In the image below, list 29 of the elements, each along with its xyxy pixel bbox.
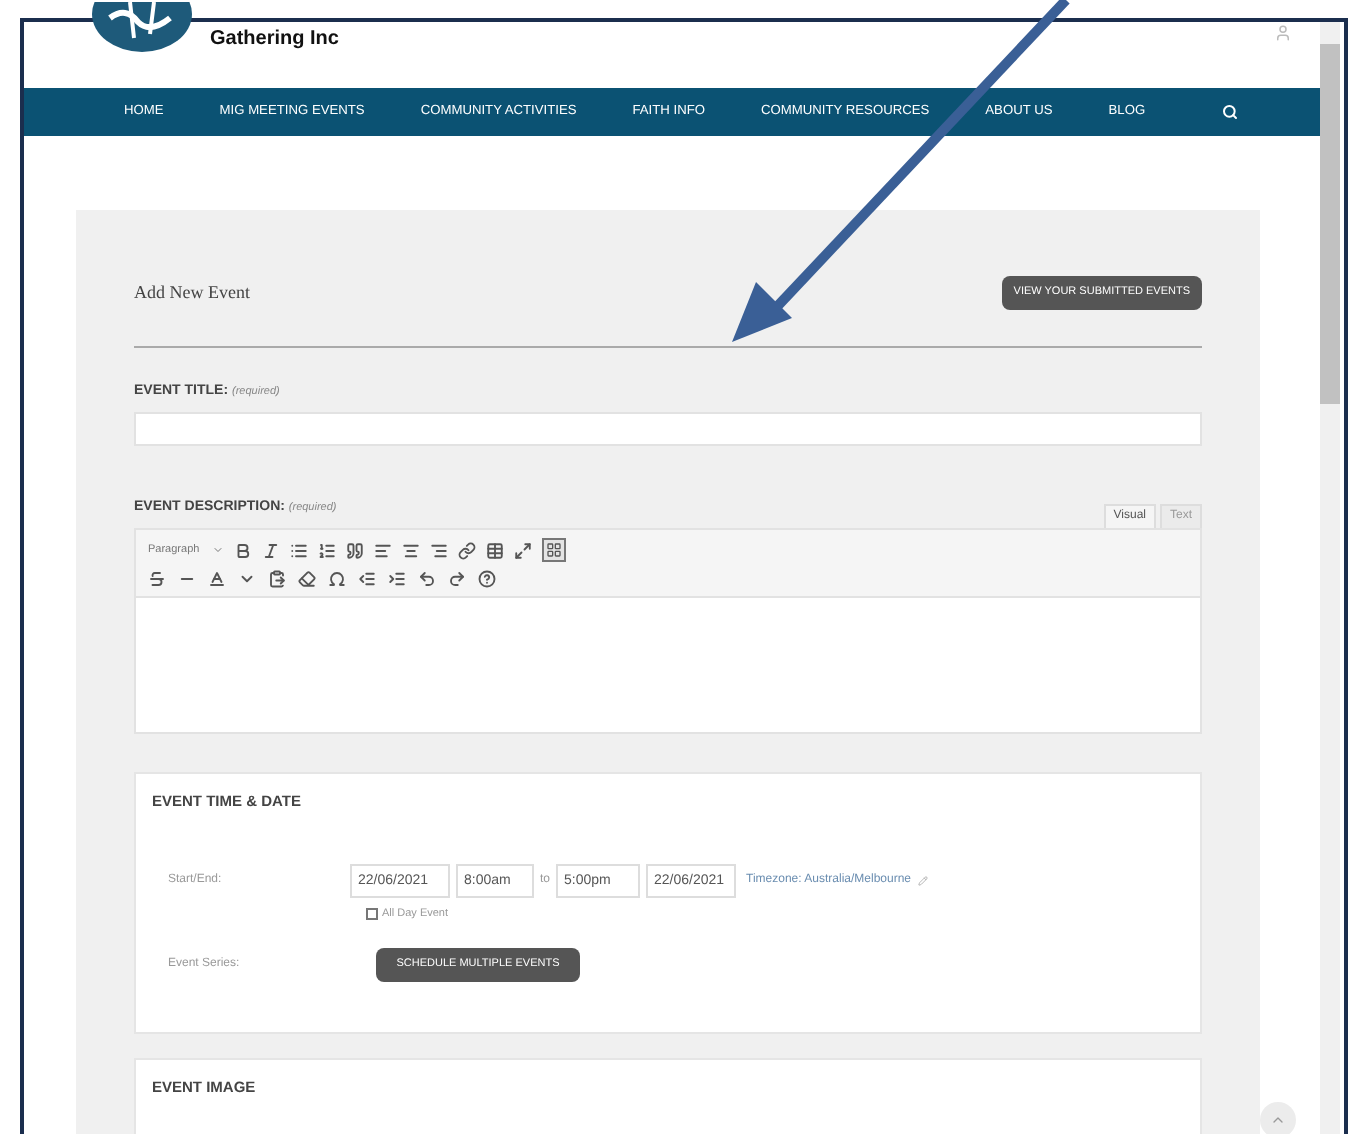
- text-color-icon[interactable]: [208, 570, 226, 589]
- scrollbar-thumb[interactable]: [1320, 44, 1340, 404]
- bold-icon[interactable]: [234, 541, 252, 560]
- strikethrough-icon[interactable]: [148, 570, 166, 589]
- fullscreen-icon[interactable]: [514, 541, 532, 560]
- quote-icon[interactable]: [346, 541, 364, 560]
- italic-icon[interactable]: [262, 541, 280, 560]
- align-center-icon[interactable]: [402, 541, 420, 560]
- all-day-checkbox[interactable]: [366, 908, 378, 921]
- redo-icon[interactable]: [448, 570, 466, 589]
- title-input[interactable]: [134, 412, 1202, 447]
- special-character-icon[interactable]: [328, 570, 346, 589]
- align-right-icon[interactable]: [430, 541, 448, 560]
- search-icon[interactable]: [1221, 103, 1238, 120]
- toolbar-toggle-icon[interactable]: [542, 538, 566, 563]
- outdent-icon[interactable]: [358, 570, 376, 589]
- numbered-list-icon[interactable]: [318, 541, 336, 560]
- bullet-list-icon[interactable]: [290, 541, 308, 560]
- site-name: Gathering Inc: [210, 26, 339, 54]
- undo-icon[interactable]: [418, 570, 436, 589]
- align-left-icon[interactable]: [374, 541, 392, 560]
- paste-text-icon[interactable]: [268, 570, 286, 589]
- help-icon[interactable]: [478, 570, 496, 589]
- clear-formatting-icon[interactable]: [298, 570, 316, 589]
- indent-icon[interactable]: [388, 570, 406, 589]
- caret-icon: [212, 544, 224, 557]
- chevron-up-icon: [1270, 1112, 1286, 1128]
- page-heading: Add New Event: [134, 279, 250, 306]
- link-icon[interactable]: [458, 541, 476, 560]
